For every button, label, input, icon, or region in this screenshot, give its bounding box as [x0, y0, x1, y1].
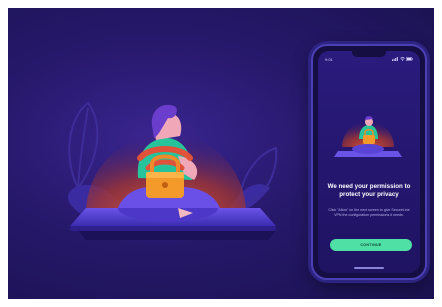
permission-title: We need your permission to protect your …	[327, 183, 411, 198]
battery-icon	[406, 57, 413, 61]
phone-screen: 9:01 We need your permission to protect …	[318, 51, 420, 273]
continue-button[interactable]: CONTINUE	[330, 239, 412, 251]
phone-illustration	[334, 116, 402, 157]
status-time: 9:01	[325, 56, 333, 62]
promo-stage: 9:01 We need your permission to protect …	[8, 8, 434, 299]
signal-icon	[392, 57, 398, 61]
wifi-icon	[399, 57, 405, 61]
home-indicator[interactable]	[354, 267, 384, 269]
leaf-decoration-left	[68, 101, 99, 190]
status-bar: 9:01	[325, 55, 413, 63]
permission-description: Click "Allow" on the next screen to give…	[328, 208, 410, 217]
phone-mockup: 9:01 We need your permission to protect …	[311, 44, 427, 280]
tablet-edge	[70, 226, 276, 231]
tablet-shadow	[78, 230, 276, 240]
